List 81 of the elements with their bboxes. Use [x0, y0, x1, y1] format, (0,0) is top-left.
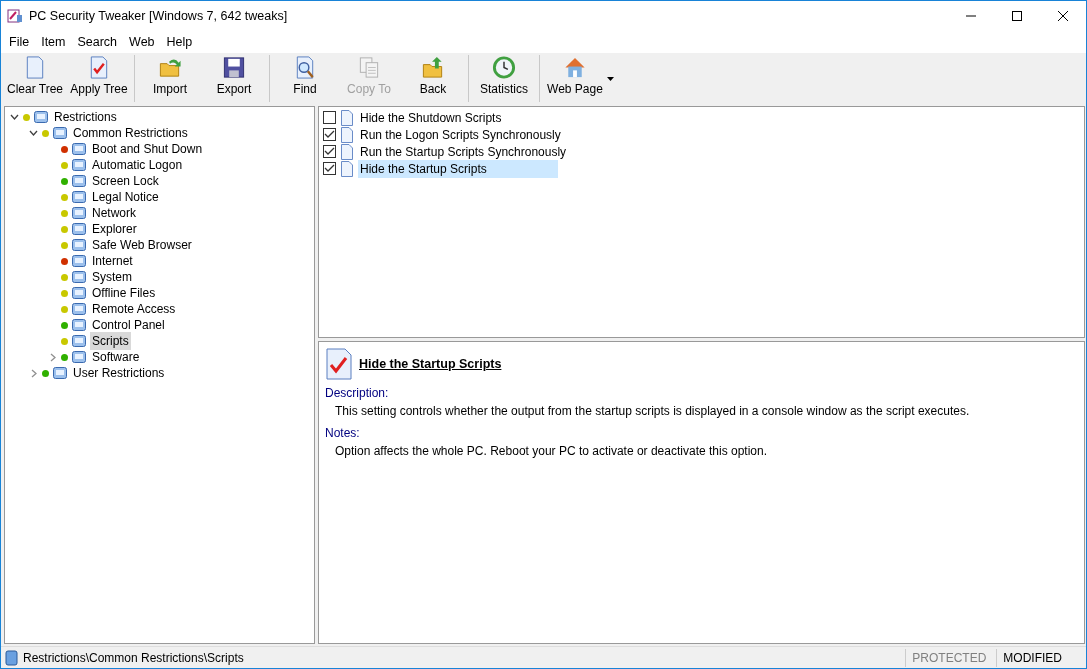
caret-icon[interactable] [607, 76, 614, 81]
item-icon [71, 269, 87, 285]
checkbox[interactable] [323, 111, 336, 124]
toolbar-button[interactable]: Apply Tree [67, 55, 131, 102]
item-icon [71, 237, 87, 253]
chevron-right-icon[interactable] [48, 352, 57, 362]
tree-item[interactable]: Restrictions [52, 108, 119, 126]
app-icon [7, 8, 23, 24]
item-icon [71, 157, 87, 173]
tree-item[interactable]: User Restrictions [71, 364, 167, 382]
item-icon [71, 189, 87, 205]
tree-item[interactable]: Legal Notice [90, 188, 161, 206]
item-icon [71, 221, 87, 237]
status-path: Restrictions\Common Restrictions\Scripts [23, 649, 245, 667]
tree-item[interactable]: Safe Web Browser [90, 236, 194, 254]
item-icon [71, 173, 87, 189]
item-icon [71, 349, 87, 365]
toolbar-button[interactable]: Clear Tree [3, 55, 67, 102]
section-text: This setting controls whether the output from the startup scripts is displayed in a console window as the script executes. [334, 403, 971, 420]
toolbar-button[interactable]: Back [401, 55, 465, 102]
item-icon [71, 141, 87, 157]
chevron-down-icon[interactable] [10, 112, 19, 122]
toolbar-button[interactable]: Web Page [543, 55, 607, 102]
tree-item[interactable]: Remote Access [90, 300, 178, 318]
house-icon [562, 55, 588, 80]
checkmark-icon [324, 129, 335, 140]
tweak-item[interactable]: Hide the Startup Scripts [358, 159, 558, 178]
checkmark-icon [324, 163, 335, 174]
chevron-down-icon[interactable] [29, 128, 38, 138]
document-icon [340, 126, 354, 143]
menu-item[interactable]: Search [71, 32, 124, 52]
chevron-right-icon[interactable] [29, 368, 38, 378]
status-indicator: MODIFIED [996, 648, 1068, 667]
tree-item[interactable]: System [90, 268, 134, 286]
item-icon [71, 301, 87, 317]
document-icon [340, 143, 354, 160]
menu-item[interactable]: Web [123, 32, 161, 52]
tree-item[interactable]: Explorer [90, 220, 139, 238]
toolbar-button[interactable]: Find [273, 55, 337, 102]
section-text: Option affects the whole PC. Reboot your PC to activate or deactivate this option. [334, 443, 769, 460]
tree-item[interactable]: Screen Lock [90, 172, 161, 190]
checkmark-icon [324, 146, 335, 157]
item-icon [71, 205, 87, 221]
toolbar-button[interactable]: Export [202, 55, 266, 102]
maximize-icon[interactable] [1012, 11, 1022, 21]
document-icon [340, 160, 354, 177]
toolbar-button[interactable]: Statistics [472, 55, 536, 102]
tree-item[interactable]: Internet [90, 252, 135, 270]
item-icon [71, 333, 87, 349]
tweak-item[interactable]: Hide the Shutdown Scripts [358, 108, 558, 127]
item-icon [52, 125, 68, 141]
window-title: PC Security Tweaker [Windows 7, 642 tweaks] [29, 7, 288, 25]
tree-item[interactable]: Software [90, 348, 142, 366]
menu-item[interactable]: Help [160, 32, 199, 52]
tree-item[interactable]: Common Restrictions [71, 124, 190, 142]
section-heading: Description: [325, 385, 390, 402]
item-icon [71, 285, 87, 301]
item-icon [33, 109, 49, 125]
checkbox[interactable] [323, 128, 336, 141]
item-icon [71, 253, 87, 269]
status-indicator: PROTECTED [905, 648, 993, 667]
tweak-item[interactable]: Run the Startup Scripts Synchronously [358, 142, 569, 161]
tree-item[interactable]: Scripts [90, 332, 131, 350]
tree-item[interactable]: Network [90, 204, 138, 222]
tree-item[interactable]: Offline Files [90, 284, 158, 302]
checked-document-icon [325, 348, 353, 380]
tree-item[interactable]: Boot and Shut Down [90, 140, 205, 158]
menu-item[interactable]: Item [35, 32, 72, 52]
tweak-item[interactable]: Run the Logon Scripts Synchronously [358, 125, 563, 144]
section-heading: Notes: [325, 425, 361, 442]
details-title: Hide the Startup Scripts [359, 355, 502, 373]
checkbox[interactable] [323, 145, 336, 158]
close-icon[interactable] [1058, 11, 1068, 21]
menu-item[interactable]: File [3, 32, 36, 52]
tree-item[interactable]: Automatic Logon [90, 156, 185, 174]
item-icon [52, 365, 68, 381]
tree-item[interactable]: Control Panel [90, 316, 167, 334]
toolbar-button[interactable]: Import [138, 55, 202, 102]
item-icon [71, 317, 87, 333]
document-icon [340, 109, 354, 126]
checkbox[interactable] [323, 162, 336, 175]
